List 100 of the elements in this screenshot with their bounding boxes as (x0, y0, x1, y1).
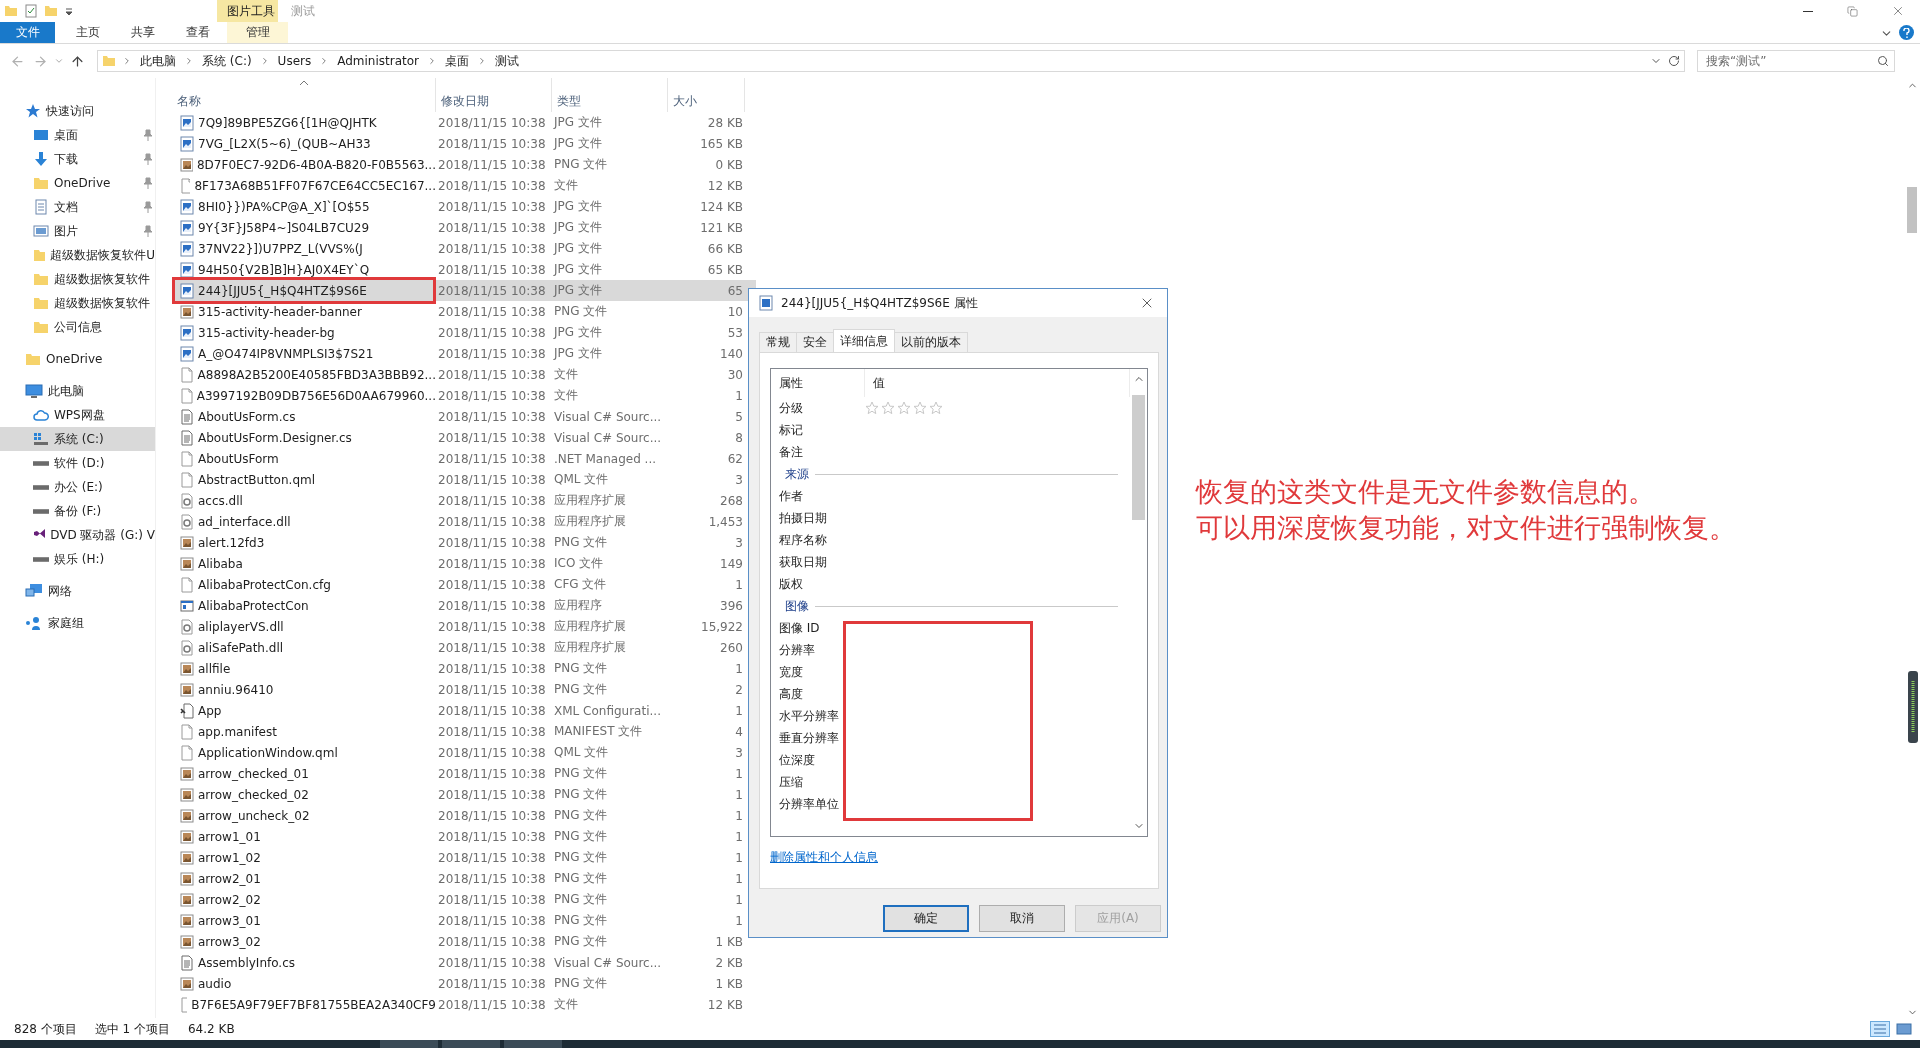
file-row[interactable]: AlibabaProtectCon 2018/11/15 10:38 应用程序 396 (172, 595, 756, 616)
column-header[interactable]: 名称 (172, 78, 436, 112)
properties-icon[interactable] (24, 4, 38, 18)
recent-locations-icon[interactable] (54, 56, 64, 66)
sidebar-item[interactable]: 娱乐 (H:) (0, 547, 155, 571)
file-row[interactable]: 7VG_[L2X(5~6)_(QUB~AH33 2018/11/15 10:38 JPG 文件 165 KB (172, 133, 756, 154)
column-header[interactable]: 属性 (771, 369, 865, 397)
sidebar-item[interactable]: 超级数据恢复软件 (0, 291, 155, 315)
column-header[interactable]: 值 (865, 369, 1130, 397)
file-row[interactable]: AlibabaProtectCon.cfg 2018/11/15 10:38 CFG 文件 1 (172, 574, 756, 595)
file-row[interactable]: AbstractButton.qml 2018/11/15 10:38 QML 文件 3 (172, 469, 756, 490)
taskbar-button[interactable] (504, 1040, 562, 1048)
breadcrumb[interactable]: Administrator (335, 54, 422, 68)
file-row[interactable]: arrow1_02 2018/11/15 10:38 PNG 文件 1 (172, 847, 756, 868)
taskbar-button[interactable] (442, 1040, 500, 1048)
star-icon[interactable] (881, 401, 895, 415)
ribbon-tab[interactable]: 查看 (175, 22, 220, 43)
file-row[interactable]: AssemblyInfo.cs 2018/11/15 10:38 Visual C# Sourc... 2 KB (172, 952, 756, 973)
file-row[interactable]: AboutUsForm.Designer.cs 2018/11/15 10:38 Visual C# Sourc... 8 (172, 427, 756, 448)
file-row[interactable]: arrow3_01 2018/11/15 10:38 PNG 文件 1 (172, 910, 756, 931)
sidebar-item[interactable]: 图片 (0, 219, 155, 243)
scrollbar-thumb[interactable] (1132, 395, 1145, 520)
scrollbar-thumb[interactable] (1907, 187, 1917, 233)
file-row[interactable]: ApplicationWindow.qml 2018/11/15 10:38 QML 文件 3 (172, 742, 756, 763)
column-header[interactable]: 大小 (668, 78, 745, 112)
ribbon-tab[interactable]: 管理 (227, 22, 288, 43)
sidebar-item[interactable]: 下载 (0, 147, 155, 171)
file-row[interactable]: 9Y{3F}J58P4~]S04LB7CU29 2018/11/15 10:38 JPG 文件 121 KB (172, 217, 756, 238)
file-row[interactable]: AboutUsForm 2018/11/15 10:38 .NET Managed ... 62 (172, 448, 756, 469)
file-row[interactable]: arrow_checked_01 2018/11/15 10:38 PNG 文件 1 (172, 763, 756, 784)
dialog-tab[interactable]: 详细信息 (833, 329, 895, 352)
sidebar-item[interactable]: 超级数据恢复软件U (0, 243, 155, 267)
file-row[interactable]: 8HI0}})PA%CP@A_X]`[O$55 2018/11/15 10:38 JPG 文件 124 KB (172, 196, 756, 217)
address-bar[interactable]: 此电脑 系统 (C:) Users Administrator 桌面 测试 (97, 50, 1685, 72)
search-field[interactable]: 搜索“测试” (1697, 50, 1895, 72)
file-row[interactable]: aliplayerVS.dll 2018/11/15 10:38 应用程序扩展 15,922 (172, 616, 756, 637)
file-row[interactable]: A3997192B09DB756E56D0AA679960... 2018/11/15 10:38 文件 1 (172, 385, 756, 406)
file-row[interactable]: 8F173A68B51FF07F67CE64CC5EC167... 2018/11/15 10:38 文件 12 KB (172, 175, 756, 196)
sidebar-item[interactable]: 网络 (0, 579, 155, 603)
dialog-button[interactable]: 取消 (979, 905, 1065, 932)
file-row[interactable]: 315-activity-header-banner 2018/11/15 10:38 PNG 文件 10 (172, 301, 756, 322)
file-row[interactable]: arrow2_01 2018/11/15 10:38 PNG 文件 1 (172, 868, 756, 889)
sidebar-item[interactable]: 办公 (E:) (0, 475, 155, 499)
file-row[interactable]: App 2018/11/15 10:38 XML Configurati... 1 (172, 700, 756, 721)
sidebar-item[interactable]: 备份 (F:) (0, 499, 155, 523)
file-row[interactable]: Alibaba 2018/11/15 10:38 ICO 文件 149 (172, 553, 756, 574)
sidebar-item[interactable]: WPS网盘 (0, 403, 155, 427)
dialog-button[interactable]: 确定 (883, 905, 969, 932)
file-row[interactable]: arrow3_02 2018/11/15 10:38 PNG 文件 1 KB (172, 931, 756, 952)
breadcrumb[interactable]: 测试 (493, 52, 522, 70)
sidebar-item[interactable]: 文档 (0, 195, 155, 219)
taskbar-button[interactable] (380, 1040, 438, 1048)
dialog-tab[interactable]: 常规 (759, 332, 797, 352)
file-row[interactable]: arrow_uncheck_02 2018/11/15 10:38 PNG 文件 1 (172, 805, 756, 826)
file-row[interactable]: arrow1_01 2018/11/15 10:38 PNG 文件 1 (172, 826, 756, 847)
sidebar-item[interactable]: 超级数据恢复软件 (0, 267, 155, 291)
sidebar-item[interactable]: 此电脑 (0, 379, 155, 403)
file-row[interactable]: AboutUsForm.cs 2018/11/15 10:38 Visual C# Sourc... 5 (172, 406, 756, 427)
file-row[interactable]: alert.12fd3 2018/11/15 10:38 PNG 文件 3 (172, 532, 756, 553)
sidebar-item[interactable]: OneDrive (0, 171, 155, 195)
breadcrumb[interactable]: 桌面 (443, 52, 472, 70)
star-icon[interactable] (913, 401, 927, 415)
file-row[interactable]: anniu.96410 2018/11/15 10:38 PNG 文件 2 (172, 679, 756, 700)
file-row[interactable]: A_@O474IP8VNMPLSI3$7S21 2018/11/15 10:38 JPG 文件 140 (172, 343, 756, 364)
star-icon[interactable] (865, 401, 879, 415)
ribbon-tab[interactable]: 共享 (120, 22, 165, 43)
file-row[interactable]: 8D7F0EC7-92D6-4B0A-B820-F0B5563... 2018/11/15 10:38 PNG 文件 0 KB (172, 154, 756, 175)
sidebar-item[interactable]: DVD 驱动器 (G:) V (0, 523, 155, 547)
file-row[interactable]: app.manifest 2018/11/15 10:38 MANIFEST 文件 4 (172, 721, 756, 742)
sidebar-item[interactable]: 家庭组 (0, 611, 155, 635)
file-row[interactable]: 37NV22}])U7PPZ_L(VVS%(J 2018/11/15 10:38 JPG 文件 66 KB (172, 238, 756, 259)
sidebar-item[interactable]: 公司信息 (0, 315, 155, 339)
file-row[interactable]: aliSafePath.dll 2018/11/15 10:38 应用程序扩展 260 (172, 637, 756, 658)
file-row[interactable]: B7F6E5A9F79EF7BF81755BEA2A340CF9 2018/11/15 10:38 文件 12 KB (172, 994, 756, 1015)
sidebar-item[interactable]: 软件 (D:) (0, 451, 155, 475)
file-row[interactable]: ad_interface.dll 2018/11/15 10:38 应用程序扩展 1,453 (172, 511, 756, 532)
sidebar-item[interactable]: OneDrive (0, 347, 155, 371)
remove-properties-link[interactable]: 删除属性和个人信息 (770, 849, 878, 866)
breadcrumb[interactable]: 此电脑 (138, 52, 178, 70)
star-icon[interactable] (897, 401, 911, 415)
file-row[interactable]: 315-activity-header-bg 2018/11/15 10:38 JPG 文件 53 (172, 322, 756, 343)
file-row[interactable]: audio 2018/11/15 10:38 PNG 文件 1 KB (172, 973, 756, 994)
ribbon-tab[interactable]: 主页 (65, 22, 110, 43)
dialog-tab[interactable]: 以前的版本 (894, 332, 968, 352)
file-row[interactable]: accs.dll 2018/11/15 10:38 应用程序扩展 268 (172, 490, 756, 511)
column-header[interactable]: 类型 (552, 78, 668, 112)
ribbon-tab[interactable]: 文件 (0, 22, 55, 43)
column-header[interactable]: 修改日期 (436, 78, 552, 112)
file-row[interactable]: arrow_checked_02 2018/11/15 10:38 PNG 文件 1 (172, 784, 756, 805)
breadcrumb[interactable]: Users (275, 54, 314, 68)
breadcrumb[interactable]: 系统 (C:) (200, 52, 254, 70)
sidebar-item[interactable]: 快速访问 (0, 99, 155, 123)
help-icon[interactable] (1899, 25, 1914, 40)
thumbnail-view-icon[interactable] (1894, 1021, 1914, 1037)
sidebar-item[interactable]: 系统 (C:) (0, 427, 155, 451)
new-folder-icon[interactable] (44, 4, 58, 18)
star-icon[interactable] (929, 401, 943, 415)
details-view-icon[interactable] (1870, 1021, 1890, 1037)
file-row[interactable]: A8898A2B5200E40585FBD3A3BBB92... 2018/11/15 10:38 文件 30 (172, 364, 756, 385)
file-row[interactable]: 7Q9]89BPE5ZG6{[1H@QJHTK 2018/11/15 10:38 JPG 文件 28 KB (172, 112, 756, 133)
